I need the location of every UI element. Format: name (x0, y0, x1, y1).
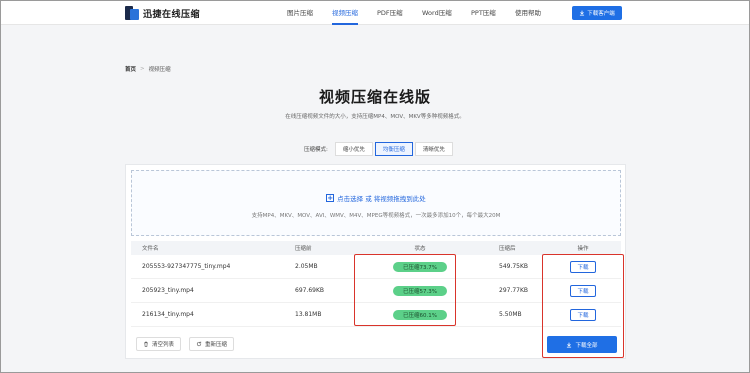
breadcrumb-current: 视频压缩 (148, 67, 171, 73)
nav-image-compress[interactable]: 图片压缩 (287, 1, 313, 25)
plus-icon: + (326, 194, 335, 202)
file-name: 216134_tiny.mp4 (142, 311, 194, 318)
breadcrumb: 首页 > 视频压缩 (125, 65, 171, 73)
size-after: 549.75KB (499, 263, 529, 270)
upload-action[interactable]: + 点击选择 或 将视频拖拽到此处 (132, 193, 620, 203)
header-before: 压缩前 (295, 246, 312, 252)
download-button[interactable]: 下载 (570, 284, 596, 297)
clear-list-button[interactable]: 清空列表 (136, 337, 182, 351)
nav-pdf-compress[interactable]: PDF压缩 (377, 1, 403, 25)
download-icon (580, 10, 585, 16)
status-badge: 已压缩57.3% (393, 285, 447, 296)
table-row: 216134_tiny.mp4 13.81MB 已压缩60.1% 5.50MB … (131, 303, 621, 327)
table-header: 文件名 压缩前 状态 压缩后 操作 (131, 241, 621, 255)
list-actions: 清空列表 重新压缩 (136, 337, 235, 351)
download-all-label: 下载全部 (575, 342, 598, 349)
op-cell: 下载 (545, 308, 621, 321)
table-row: 205923_tiny.mp4 697.69KB 已压缩57.3% 297.77… (131, 279, 621, 303)
file-table: 文件名 压缩前 状态 压缩后 操作 205553-927347775_tiny.… (131, 241, 621, 327)
nav-word-compress[interactable]: Word压缩 (422, 1, 452, 25)
trash-icon (144, 341, 148, 347)
nav-ppt-compress[interactable]: PPT压缩 (471, 1, 496, 25)
table-row: 205553-927347775_tiny.mp4 2.05MB 已压缩73.7… (131, 255, 621, 279)
size-before: 13.81MB (295, 311, 322, 318)
upload-hint: 支持MP4、MKV、MOV、AVI、WMV、M4V、MPEG等视频格式，一次最多… (251, 213, 501, 219)
mode-clearest[interactable]: 清晰优先 (414, 142, 453, 156)
download-button[interactable]: 下载 (570, 308, 596, 321)
status-badge: 已压缩73.7% (393, 261, 447, 272)
download-client-label: 下载客户端 (587, 11, 615, 17)
top-header: 迅捷在线压缩 图片压缩 视频压缩 PDF压缩 Word压缩 PPT压缩 使用帮助… (1, 1, 749, 25)
mode-label: 压缩模式: (304, 147, 328, 153)
size-after: 297.77KB (499, 287, 529, 294)
file-name: 205923_tiny.mp4 (142, 287, 194, 294)
status-cell: 已压缩57.3% (363, 285, 477, 296)
size-after: 5.50MB (499, 311, 522, 318)
status-cell: 已压缩73.7% (363, 261, 477, 272)
mode-smallest[interactable]: 缩小优先 (334, 142, 373, 156)
download-icon (567, 342, 572, 347)
recompress-label: 重新压缩 (205, 342, 228, 348)
mode-balanced[interactable]: 均衡压缩 (374, 142, 413, 156)
header-name: 文件名 (142, 246, 159, 252)
download-client-button[interactable]: 下载客户端 (572, 6, 622, 20)
download-all-button[interactable]: 下载全部 (547, 336, 617, 353)
compress-panel: + 点击选择 或 将视频拖拽到此处 支持MP4、MKV、MOV、AVI、WMV、… (125, 164, 626, 359)
refresh-icon (196, 341, 202, 347)
compress-mode-selector: 压缩模式: 缩小优先 均衡压缩 清晰优先 (304, 142, 453, 156)
nav-help[interactable]: 使用帮助 (515, 1, 541, 25)
main-nav: 图片压缩 视频压缩 PDF压缩 Word压缩 PPT压缩 使用帮助 (1, 1, 749, 25)
op-cell: 下载 (545, 284, 621, 297)
status-cell: 已压缩60.1% (363, 309, 477, 320)
file-name: 205553-927347775_tiny.mp4 (142, 263, 231, 270)
header-after: 压缩后 (499, 246, 516, 252)
download-button[interactable]: 下载 (570, 260, 596, 273)
breadcrumb-home[interactable]: 首页 (125, 65, 136, 73)
recompress-button[interactable]: 重新压缩 (189, 337, 235, 351)
page-title: 视频压缩在线版 (318, 88, 431, 106)
upload-dropzone[interactable]: + 点击选择 或 将视频拖拽到此处 支持MP4、MKV、MOV、AVI、WMV、… (131, 170, 621, 236)
size-before: 697.69KB (295, 287, 325, 294)
header-status: 状态 (414, 246, 426, 252)
clear-list-label: 清空列表 (152, 342, 175, 348)
op-cell: 下载 (545, 260, 621, 273)
header-op: 操作 (577, 246, 589, 252)
status-badge: 已压缩60.1% (393, 309, 447, 320)
page-subtitle: 在线压缩视频文件的大小，支持压缩MP4、MOV、MKV等多种视频格式。 (285, 114, 465, 120)
upload-action-text: 点击选择 或 将视频拖拽到此处 (337, 195, 426, 203)
breadcrumb-separator: > (140, 66, 145, 72)
size-before: 2.05MB (295, 263, 318, 270)
nav-video-compress[interactable]: 视频压缩 (332, 1, 358, 25)
